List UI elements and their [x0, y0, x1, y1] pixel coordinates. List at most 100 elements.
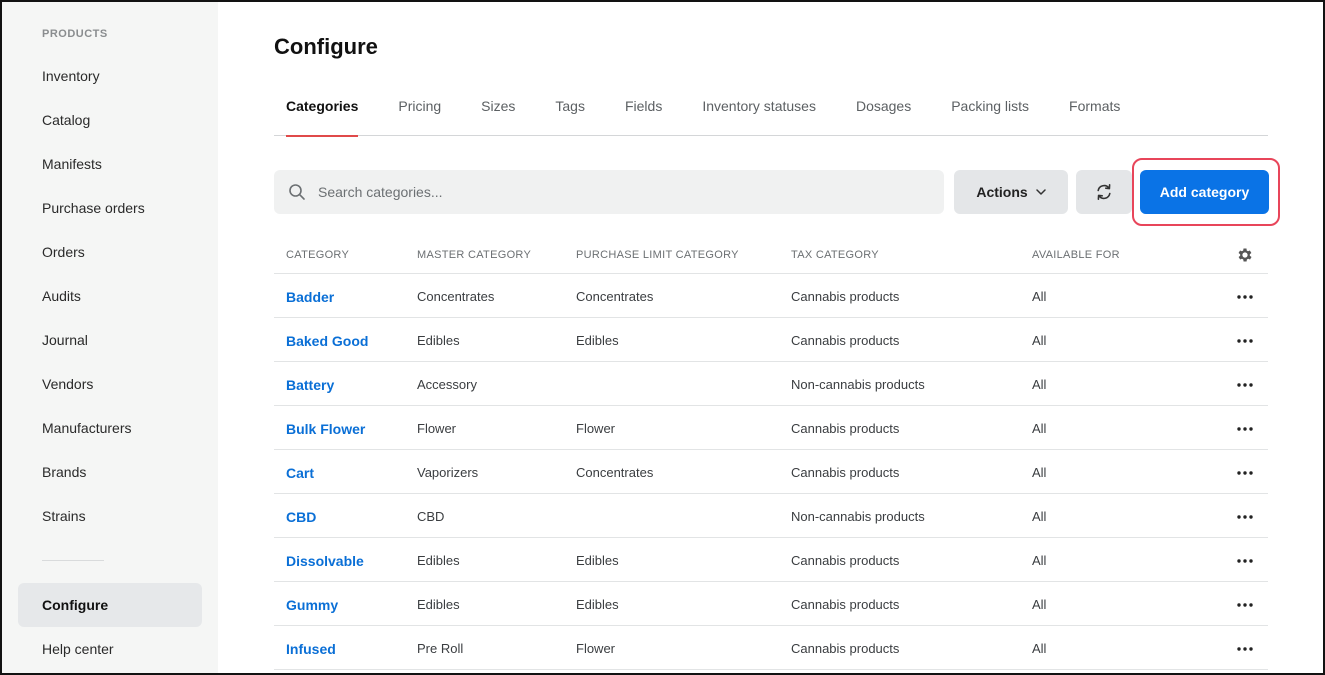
search-input[interactable] [318, 170, 928, 214]
tax-category-cell: Cannabis products [791, 318, 899, 364]
category-link[interactable]: Baked Good [286, 318, 368, 364]
tab-tags[interactable]: Tags [543, 86, 597, 136]
tax-category-cell: Cannabis products [791, 450, 899, 496]
table-header: CATEGORY MASTER CATEGORY PURCHASE LIMIT … [274, 232, 1268, 274]
tax-category-cell: Cannabis products [791, 582, 899, 628]
sidebar-section-label: PRODUCTS [42, 28, 108, 40]
table-row[interactable]: CBD CBD Non-cannabis products All [274, 494, 1268, 538]
sidebar-item-journal[interactable]: Journal [2, 318, 218, 362]
master-category-cell: Vaporizers [417, 450, 478, 496]
available-for-cell: All [1032, 318, 1046, 364]
actions-button[interactable]: Actions [954, 170, 1068, 214]
sidebar-item-orders[interactable]: Orders [2, 230, 218, 274]
sidebar-divider [42, 560, 104, 561]
search-icon [288, 183, 306, 201]
purchase-limit-cell: Concentrates [576, 450, 653, 496]
more-horizontal-icon[interactable] [1236, 338, 1254, 344]
category-link[interactable]: Infused [286, 626, 336, 672]
tax-category-cell: Cannabis products [791, 406, 899, 452]
search-box [274, 170, 944, 214]
master-category-cell: Edibles [417, 538, 460, 584]
available-for-cell: All [1032, 626, 1046, 672]
chevron-down-icon [1036, 189, 1046, 195]
tab-pricing[interactable]: Pricing [386, 86, 453, 136]
tab-packing-lists[interactable]: Packing lists [939, 86, 1041, 136]
table-row[interactable]: BadderConcentratesConcentratesCannabis p… [274, 274, 1268, 318]
more-horizontal-icon[interactable] [1236, 646, 1254, 652]
category-link[interactable]: Bulk Flower [286, 406, 365, 452]
table-row[interactable]: Gummy Edibles Edibles Cannabis products All [274, 582, 1268, 626]
sidebar-item-inventory[interactable]: Inventory [2, 54, 218, 98]
tab-inventory-statuses[interactable]: Inventory statuses [690, 86, 828, 136]
tab-categories[interactable]: Categories [274, 86, 370, 136]
column-header-purchase-limit-category[interactable]: PURCHASE LIMIT CATEGORY [576, 232, 739, 278]
sidebar-item-manifests[interactable]: Manifests [2, 142, 218, 186]
available-for-cell: All [1032, 406, 1046, 452]
sidebar-nav: Inventory Catalog Manifests Purchase ord… [2, 54, 218, 538]
tab-bar: Categories Pricing Sizes Tags Fields Inv… [274, 86, 1268, 136]
sidebar-item-strains[interactable]: Strains [2, 494, 218, 538]
category-link[interactable]: Dissolvable [286, 538, 364, 584]
purchase-limit-cell: Edibles [576, 582, 619, 628]
master-category-cell: Edibles [417, 582, 460, 628]
refresh-icon [1095, 183, 1113, 201]
purchase-limit-cell: Flower [576, 406, 615, 452]
categories-table: CATEGORY MASTER CATEGORY PURCHASE LIMIT … [274, 232, 1268, 670]
sidebar-item-brands[interactable]: Brands [2, 450, 218, 494]
available-for-cell: All [1032, 494, 1046, 540]
category-link[interactable]: Badder [286, 274, 334, 320]
category-link[interactable]: CBD [286, 494, 316, 540]
sidebar-item-vendors[interactable]: Vendors [2, 362, 218, 406]
add-category-button[interactable]: Add category [1140, 170, 1269, 214]
sidebar-item-audits[interactable]: Audits [2, 274, 218, 318]
table-row[interactable]: InfusedPre RollFlowerCannabis productsAl… [274, 626, 1268, 670]
sidebar-item-help-center[interactable]: Help center [2, 627, 218, 671]
table-row[interactable]: Dissolvable Edibles Edibles Cannabis produc… [274, 538, 1268, 582]
table-row[interactable]: Battery Accessory Non-cannabis products All [274, 362, 1268, 406]
sidebar-item-configure[interactable]: Configure [18, 583, 202, 627]
page-title: Configure [274, 34, 378, 60]
tab-fields[interactable]: Fields [613, 86, 674, 136]
column-header-category[interactable]: CATEGORY [286, 232, 349, 278]
purchase-limit-cell: Edibles [576, 538, 619, 584]
tax-category-cell: Cannabis products [791, 538, 899, 584]
app-window: PRODUCTS Inventory Catalog Manifests Pur… [0, 0, 1325, 675]
column-header-tax-category[interactable]: TAX CATEGORY [791, 232, 879, 278]
table-row[interactable]: Baked GoodEdiblesEdiblesCannabis product… [274, 318, 1268, 362]
sidebar-item-catalog[interactable]: Catalog [2, 98, 218, 142]
more-horizontal-icon[interactable] [1236, 382, 1254, 388]
tax-category-cell: Non-cannabis products [791, 494, 925, 540]
table-row[interactable]: Bulk FlowerFlowerFlowerCannabis products… [274, 406, 1268, 450]
tax-category-cell: Cannabis products [791, 274, 899, 320]
more-horizontal-icon[interactable] [1236, 426, 1254, 432]
purchase-limit-cell: Concentrates [576, 274, 653, 320]
more-horizontal-icon[interactable] [1236, 470, 1254, 476]
tab-dosages[interactable]: Dosages [844, 86, 923, 136]
column-header-master-category[interactable]: MASTER CATEGORY [417, 232, 531, 278]
more-horizontal-icon[interactable] [1236, 514, 1254, 520]
tab-sizes[interactable]: Sizes [469, 86, 527, 136]
refresh-button[interactable] [1076, 170, 1132, 214]
available-for-cell: All [1032, 450, 1046, 496]
available-for-cell: All [1032, 582, 1046, 628]
category-link[interactable]: Gummy [286, 582, 338, 628]
tax-category-cell: Cannabis products [791, 626, 899, 672]
master-category-cell: CBD [417, 494, 444, 540]
sidebar-item-purchase-orders[interactable]: Purchase orders [2, 186, 218, 230]
sidebar-item-manufacturers[interactable]: Manufacturers [2, 406, 218, 450]
available-for-cell: All [1032, 362, 1046, 408]
category-link[interactable]: Cart [286, 450, 314, 496]
master-category-cell: Edibles [417, 318, 460, 364]
category-link[interactable]: Battery [286, 362, 334, 408]
more-horizontal-icon[interactable] [1236, 294, 1254, 300]
purchase-limit-cell: Flower [576, 626, 615, 672]
more-horizontal-icon[interactable] [1236, 602, 1254, 608]
toolbar: Actions Add category [274, 170, 1274, 214]
column-header-available-for[interactable]: AVAILABLE FOR [1032, 232, 1120, 278]
tab-formats[interactable]: Formats [1057, 86, 1132, 136]
table-row[interactable]: Cart Vaporizers Concentrates Cannabis produ… [274, 450, 1268, 494]
gear-icon[interactable] [1236, 246, 1254, 264]
tax-category-cell: Non-cannabis products [791, 362, 925, 408]
more-horizontal-icon[interactable] [1236, 558, 1254, 564]
master-category-cell: Accessory [417, 362, 477, 408]
